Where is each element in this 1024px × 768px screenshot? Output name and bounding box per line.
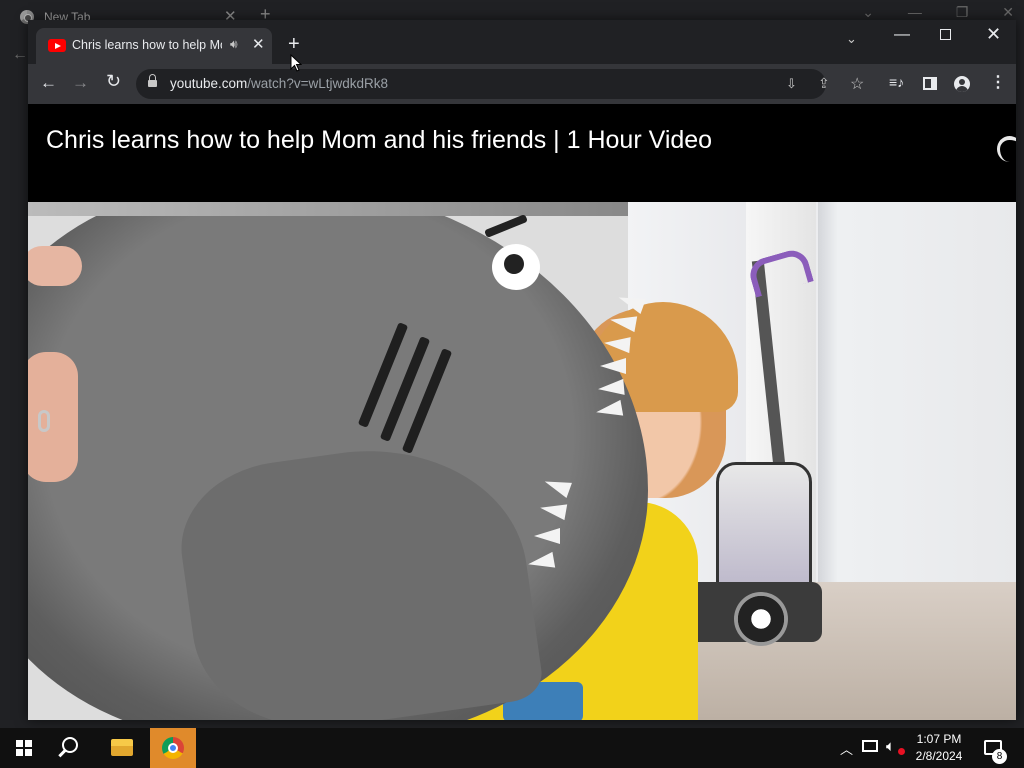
file-explorer-icon[interactable] bbox=[111, 739, 133, 756]
speaker-icon[interactable]: 🔊︎ bbox=[230, 37, 238, 52]
notification-count-badge: 8 bbox=[992, 749, 1007, 764]
new-tab-button[interactable]: + bbox=[288, 34, 300, 54]
video-scene-shark-teeth-upper bbox=[594, 290, 646, 434]
url-path: /watch?v=wLtjwdkdRk8 bbox=[247, 76, 388, 91]
taskbar: ︿ 🔈︎ 1:07 PM 2/8/2024 8 bbox=[0, 728, 1024, 768]
chevron-down-icon[interactable]: ⌄ bbox=[862, 4, 874, 20]
more-menu-icon[interactable]: ⋮ bbox=[990, 72, 1006, 92]
back-arrow-icon[interactable]: ← bbox=[12, 46, 28, 64]
network-icon[interactable] bbox=[862, 740, 878, 752]
maximize-icon[interactable] bbox=[940, 29, 951, 40]
close-icon[interactable]: ✕ bbox=[252, 35, 265, 53]
tab-title: Chris learns how to help Mom and his fri… bbox=[72, 38, 222, 52]
bookmark-star-icon[interactable]: ☆ bbox=[850, 74, 864, 94]
clock-date[interactable]: 2/8/2024 bbox=[910, 749, 968, 763]
windows-start-icon[interactable] bbox=[16, 740, 32, 756]
lock-icon[interactable] bbox=[148, 74, 157, 89]
media-controls-icon[interactable]: ≡♪ bbox=[889, 74, 904, 90]
minimize-icon[interactable]: — bbox=[894, 26, 910, 44]
video-scene-hand bbox=[28, 246, 82, 286]
chevron-up-icon[interactable]: ︿ bbox=[840, 739, 853, 758]
desktop: New Tab ✕ + ⌄ — ❐ ✕ ← Chris learns how t… bbox=[0, 0, 1024, 768]
url-text[interactable]: youtube.com/watch?v=wLtjwdkdRk8 bbox=[170, 76, 388, 91]
reload-icon[interactable]: ↻ bbox=[106, 71, 121, 92]
video-scene-shark-brow bbox=[484, 214, 528, 238]
close-icon[interactable]: ✕ bbox=[986, 24, 1001, 45]
youtube-favicon-icon bbox=[48, 39, 66, 52]
share-icon[interactable]: ⇪ bbox=[818, 75, 830, 92]
install-app-icon[interactable]: ⇩ bbox=[786, 76, 797, 92]
forward-arrow-icon[interactable]: → bbox=[72, 73, 89, 93]
video-scene-ring bbox=[38, 410, 50, 432]
chevron-down-icon[interactable]: ⌄ bbox=[846, 31, 857, 47]
back-arrow-icon[interactable]: ← bbox=[40, 73, 57, 93]
browser-window: Chris learns how to help Mom and his fri… bbox=[28, 20, 1016, 720]
browser-toolbar: ← → ↻ youtube.com/watch?v=wLtjwdkdRk8 ⇩ … bbox=[28, 64, 1016, 104]
video-scene-hand bbox=[28, 352, 78, 482]
video-player[interactable] bbox=[28, 202, 1016, 720]
url-host: youtube.com bbox=[170, 76, 248, 91]
video-scene-shark-eye bbox=[492, 244, 540, 290]
video-title: Chris learns how to help Mom and his fri… bbox=[46, 126, 713, 154]
video-scene-top-strip bbox=[28, 202, 628, 216]
search-icon[interactable] bbox=[62, 737, 78, 753]
volume-icon[interactable]: 🔈︎ bbox=[886, 738, 895, 755]
video-scene-vacuum-body bbox=[716, 462, 812, 602]
close-icon[interactable]: ✕ bbox=[1002, 4, 1014, 20]
address-bar[interactable]: youtube.com/watch?v=wLtjwdkdRk8 ⇩ ⇪ ☆ bbox=[136, 69, 864, 99]
side-panel-icon[interactable] bbox=[923, 77, 937, 90]
clock-time[interactable]: 1:07 PM bbox=[910, 732, 968, 746]
taskbar-chrome-button[interactable] bbox=[150, 728, 196, 768]
chrome-icon bbox=[162, 737, 184, 759]
video-scene-vacuum-wheel bbox=[734, 592, 788, 646]
minimize-icon[interactable]: — bbox=[908, 4, 922, 20]
tab-youtube-video[interactable]: Chris learns how to help Mom and his fri… bbox=[36, 28, 272, 64]
mute-badge-icon bbox=[898, 748, 905, 755]
page-viewport: Chris learns how to help Mom and his fri… bbox=[28, 104, 1016, 720]
restore-icon[interactable]: ❐ bbox=[956, 4, 969, 20]
video-scene-shark-teeth-lower bbox=[514, 474, 584, 588]
background-window-controls: ⌄ — ❐ ✕ bbox=[832, 4, 1014, 21]
tab-strip: Chris learns how to help Mom and his fri… bbox=[28, 20, 1016, 64]
channel-watermark-icon[interactable] bbox=[997, 134, 1016, 162]
profile-icon[interactable] bbox=[954, 76, 970, 92]
